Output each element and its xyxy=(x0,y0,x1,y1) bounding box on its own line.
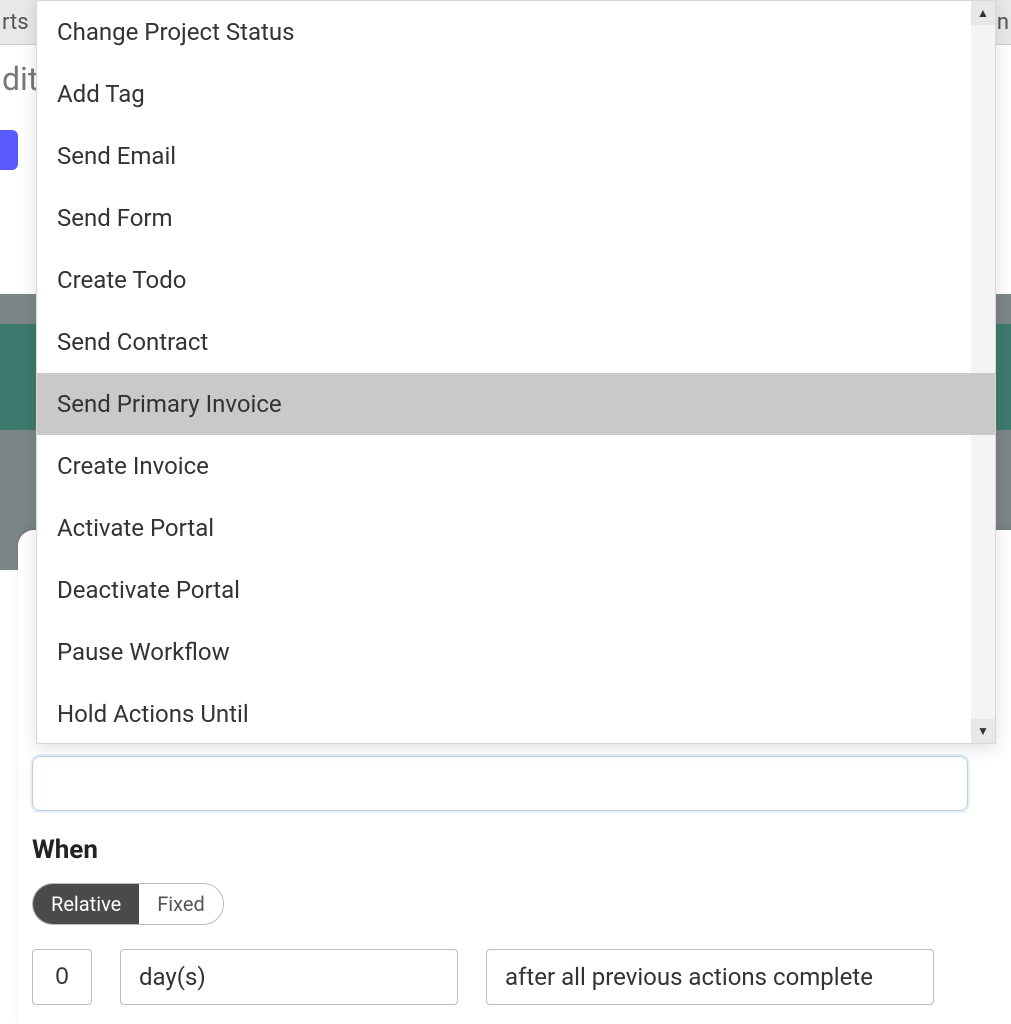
action-select-field[interactable] xyxy=(32,756,968,811)
dropdown-option[interactable]: Hold Actions Until xyxy=(37,683,995,743)
bg-top-left-text: rts xyxy=(0,10,29,35)
dropdown-option[interactable]: Send Email xyxy=(37,125,995,187)
dropdown-option[interactable]: Add Tag xyxy=(37,63,995,125)
dropdown-option[interactable]: Activate Portal xyxy=(37,497,995,559)
dropdown-option[interactable]: Change Project Status xyxy=(37,1,995,63)
dropdown-option[interactable]: Pause Workflow xyxy=(37,621,995,683)
bg-edit-text: dit xyxy=(0,60,38,98)
when-mode-toggle[interactable]: Relative Fixed xyxy=(32,883,224,925)
scroll-down-arrow-icon[interactable]: ▼ xyxy=(971,719,995,743)
when-relative-select[interactable]: after all previous actions complete xyxy=(486,949,934,1005)
when-section: When Relative Fixed day(s) after all pre… xyxy=(32,835,968,1005)
action-dropdown[interactable]: ▲ Change Project StatusAdd TagSend Email… xyxy=(36,0,996,744)
dropdown-option[interactable]: Send Contract xyxy=(37,311,995,373)
when-number-input[interactable] xyxy=(32,949,92,1005)
when-unit-select[interactable]: day(s) xyxy=(120,949,458,1005)
dropdown-option[interactable]: Create Todo xyxy=(37,249,995,311)
bg-badge xyxy=(0,130,18,170)
when-label: When xyxy=(32,835,968,865)
dropdown-option[interactable]: Deactivate Portal xyxy=(37,559,995,621)
bg-top-right-text: n xyxy=(997,10,1009,35)
when-toggle-fixed[interactable]: Fixed xyxy=(139,884,223,924)
action-dropdown-list: Change Project StatusAdd TagSend EmailSe… xyxy=(37,1,995,743)
dropdown-option[interactable]: Send Form xyxy=(37,187,995,249)
when-toggle-relative[interactable]: Relative xyxy=(33,884,139,924)
dropdown-option[interactable]: Send Primary Invoice xyxy=(37,373,995,435)
dropdown-option[interactable]: Create Invoice xyxy=(37,435,995,497)
